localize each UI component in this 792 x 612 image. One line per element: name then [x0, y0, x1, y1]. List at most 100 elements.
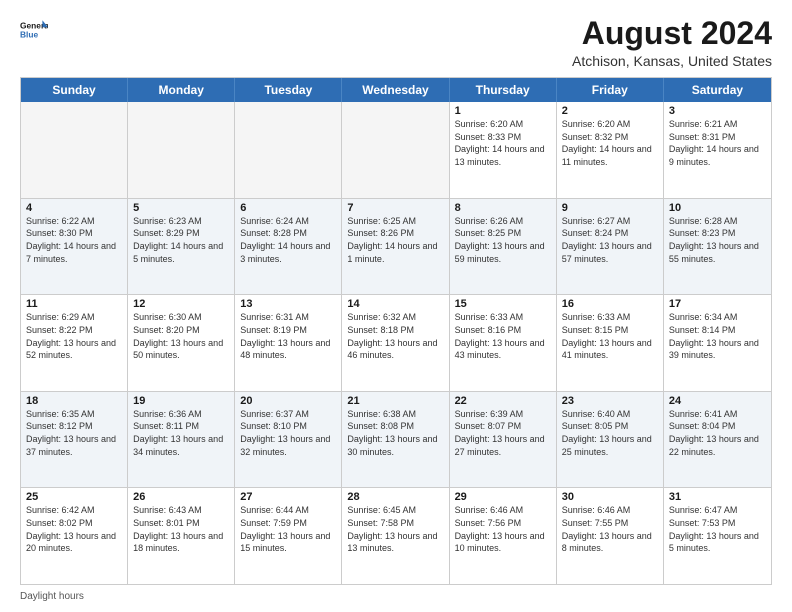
- day-info: Sunrise: 6:20 AM Sunset: 8:32 PM Dayligh…: [562, 118, 658, 168]
- calendar-header-day-tuesday: Tuesday: [235, 78, 342, 102]
- day-number: 28: [347, 491, 443, 503]
- day-number: 31: [669, 491, 766, 503]
- day-number: 19: [133, 395, 229, 407]
- day-info: Sunrise: 6:21 AM Sunset: 8:31 PM Dayligh…: [669, 118, 766, 168]
- day-number: 30: [562, 491, 658, 503]
- day-number: 6: [240, 202, 336, 214]
- calendar-row-2: 11Sunrise: 6:29 AM Sunset: 8:22 PM Dayli…: [21, 295, 771, 392]
- calendar-cell-day-26: 26Sunrise: 6:43 AM Sunset: 8:01 PM Dayli…: [128, 488, 235, 584]
- day-info: Sunrise: 6:23 AM Sunset: 8:29 PM Dayligh…: [133, 215, 229, 265]
- calendar-header-row: SundayMondayTuesdayWednesdayThursdayFrid…: [21, 78, 771, 102]
- day-info: Sunrise: 6:28 AM Sunset: 8:23 PM Dayligh…: [669, 215, 766, 265]
- calendar-cell-day-24: 24Sunrise: 6:41 AM Sunset: 8:04 PM Dayli…: [664, 392, 771, 488]
- calendar-cell-empty: [342, 102, 449, 198]
- calendar-body: 1Sunrise: 6:20 AM Sunset: 8:33 PM Daylig…: [21, 102, 771, 584]
- calendar-cell-day-29: 29Sunrise: 6:46 AM Sunset: 7:56 PM Dayli…: [450, 488, 557, 584]
- calendar-row-3: 18Sunrise: 6:35 AM Sunset: 8:12 PM Dayli…: [21, 392, 771, 489]
- calendar-cell-day-23: 23Sunrise: 6:40 AM Sunset: 8:05 PM Dayli…: [557, 392, 664, 488]
- day-info: Sunrise: 6:36 AM Sunset: 8:11 PM Dayligh…: [133, 408, 229, 458]
- title-block: August 2024 Atchison, Kansas, United Sta…: [572, 16, 772, 69]
- calendar-cell-day-9: 9Sunrise: 6:27 AM Sunset: 8:24 PM Daylig…: [557, 199, 664, 295]
- calendar-cell-day-22: 22Sunrise: 6:39 AM Sunset: 8:07 PM Dayli…: [450, 392, 557, 488]
- day-number: 25: [26, 491, 122, 503]
- day-number: 27: [240, 491, 336, 503]
- day-info: Sunrise: 6:44 AM Sunset: 7:59 PM Dayligh…: [240, 504, 336, 554]
- subtitle: Atchison, Kansas, United States: [572, 53, 772, 69]
- calendar-cell-day-25: 25Sunrise: 6:42 AM Sunset: 8:02 PM Dayli…: [21, 488, 128, 584]
- day-info: Sunrise: 6:30 AM Sunset: 8:20 PM Dayligh…: [133, 311, 229, 361]
- header: GeneralBlue August 2024 Atchison, Kansas…: [20, 16, 772, 69]
- calendar-cell-day-2: 2Sunrise: 6:20 AM Sunset: 8:32 PM Daylig…: [557, 102, 664, 198]
- day-info: Sunrise: 6:26 AM Sunset: 8:25 PM Dayligh…: [455, 215, 551, 265]
- day-number: 8: [455, 202, 551, 214]
- calendar-header-day-friday: Friday: [557, 78, 664, 102]
- day-info: Sunrise: 6:20 AM Sunset: 8:33 PM Dayligh…: [455, 118, 551, 168]
- calendar-header-day-sunday: Sunday: [21, 78, 128, 102]
- page: GeneralBlue August 2024 Atchison, Kansas…: [0, 0, 792, 612]
- calendar-cell-day-19: 19Sunrise: 6:36 AM Sunset: 8:11 PM Dayli…: [128, 392, 235, 488]
- day-number: 24: [669, 395, 766, 407]
- day-info: Sunrise: 6:22 AM Sunset: 8:30 PM Dayligh…: [26, 215, 122, 265]
- calendar: SundayMondayTuesdayWednesdayThursdayFrid…: [20, 77, 772, 585]
- day-number: 29: [455, 491, 551, 503]
- calendar-cell-day-3: 3Sunrise: 6:21 AM Sunset: 8:31 PM Daylig…: [664, 102, 771, 198]
- day-number: 23: [562, 395, 658, 407]
- day-number: 18: [26, 395, 122, 407]
- day-info: Sunrise: 6:38 AM Sunset: 8:08 PM Dayligh…: [347, 408, 443, 458]
- calendar-cell-day-12: 12Sunrise: 6:30 AM Sunset: 8:20 PM Dayli…: [128, 295, 235, 391]
- calendar-cell-day-8: 8Sunrise: 6:26 AM Sunset: 8:25 PM Daylig…: [450, 199, 557, 295]
- day-number: 2: [562, 105, 658, 117]
- calendar-cell-day-13: 13Sunrise: 6:31 AM Sunset: 8:19 PM Dayli…: [235, 295, 342, 391]
- main-title: August 2024: [572, 16, 772, 51]
- calendar-cell-day-16: 16Sunrise: 6:33 AM Sunset: 8:15 PM Dayli…: [557, 295, 664, 391]
- logo: GeneralBlue: [20, 16, 48, 44]
- day-number: 10: [669, 202, 766, 214]
- day-number: 7: [347, 202, 443, 214]
- day-number: 13: [240, 298, 336, 310]
- logo-icon: GeneralBlue: [20, 16, 48, 44]
- day-info: Sunrise: 6:39 AM Sunset: 8:07 PM Dayligh…: [455, 408, 551, 458]
- day-number: 14: [347, 298, 443, 310]
- day-number: 16: [562, 298, 658, 310]
- calendar-cell-empty: [21, 102, 128, 198]
- calendar-cell-day-15: 15Sunrise: 6:33 AM Sunset: 8:16 PM Dayli…: [450, 295, 557, 391]
- day-info: Sunrise: 6:47 AM Sunset: 7:53 PM Dayligh…: [669, 504, 766, 554]
- day-number: 11: [26, 298, 122, 310]
- calendar-header-day-monday: Monday: [128, 78, 235, 102]
- calendar-cell-day-20: 20Sunrise: 6:37 AM Sunset: 8:10 PM Dayli…: [235, 392, 342, 488]
- day-number: 5: [133, 202, 229, 214]
- day-info: Sunrise: 6:31 AM Sunset: 8:19 PM Dayligh…: [240, 311, 336, 361]
- calendar-row-0: 1Sunrise: 6:20 AM Sunset: 8:33 PM Daylig…: [21, 102, 771, 199]
- calendar-row-4: 25Sunrise: 6:42 AM Sunset: 8:02 PM Dayli…: [21, 488, 771, 584]
- footer: Daylight hours: [20, 591, 772, 602]
- day-info: Sunrise: 6:40 AM Sunset: 8:05 PM Dayligh…: [562, 408, 658, 458]
- calendar-cell-day-17: 17Sunrise: 6:34 AM Sunset: 8:14 PM Dayli…: [664, 295, 771, 391]
- day-info: Sunrise: 6:42 AM Sunset: 8:02 PM Dayligh…: [26, 504, 122, 554]
- calendar-cell-day-28: 28Sunrise: 6:45 AM Sunset: 7:58 PM Dayli…: [342, 488, 449, 584]
- day-info: Sunrise: 6:45 AM Sunset: 7:58 PM Dayligh…: [347, 504, 443, 554]
- day-info: Sunrise: 6:43 AM Sunset: 8:01 PM Dayligh…: [133, 504, 229, 554]
- svg-text:Blue: Blue: [20, 30, 38, 40]
- day-info: Sunrise: 6:33 AM Sunset: 8:16 PM Dayligh…: [455, 311, 551, 361]
- calendar-cell-empty: [235, 102, 342, 198]
- calendar-cell-empty: [128, 102, 235, 198]
- calendar-cell-day-18: 18Sunrise: 6:35 AM Sunset: 8:12 PM Dayli…: [21, 392, 128, 488]
- day-number: 21: [347, 395, 443, 407]
- day-info: Sunrise: 6:32 AM Sunset: 8:18 PM Dayligh…: [347, 311, 443, 361]
- calendar-header-day-thursday: Thursday: [450, 78, 557, 102]
- day-number: 15: [455, 298, 551, 310]
- day-number: 4: [26, 202, 122, 214]
- day-number: 1: [455, 105, 551, 117]
- calendar-header-day-wednesday: Wednesday: [342, 78, 449, 102]
- day-number: 12: [133, 298, 229, 310]
- day-info: Sunrise: 6:37 AM Sunset: 8:10 PM Dayligh…: [240, 408, 336, 458]
- calendar-cell-day-21: 21Sunrise: 6:38 AM Sunset: 8:08 PM Dayli…: [342, 392, 449, 488]
- day-info: Sunrise: 6:46 AM Sunset: 7:55 PM Dayligh…: [562, 504, 658, 554]
- calendar-header-day-saturday: Saturday: [664, 78, 771, 102]
- day-number: 17: [669, 298, 766, 310]
- day-info: Sunrise: 6:33 AM Sunset: 8:15 PM Dayligh…: [562, 311, 658, 361]
- day-info: Sunrise: 6:34 AM Sunset: 8:14 PM Dayligh…: [669, 311, 766, 361]
- day-info: Sunrise: 6:24 AM Sunset: 8:28 PM Dayligh…: [240, 215, 336, 265]
- calendar-cell-day-6: 6Sunrise: 6:24 AM Sunset: 8:28 PM Daylig…: [235, 199, 342, 295]
- calendar-cell-day-4: 4Sunrise: 6:22 AM Sunset: 8:30 PM Daylig…: [21, 199, 128, 295]
